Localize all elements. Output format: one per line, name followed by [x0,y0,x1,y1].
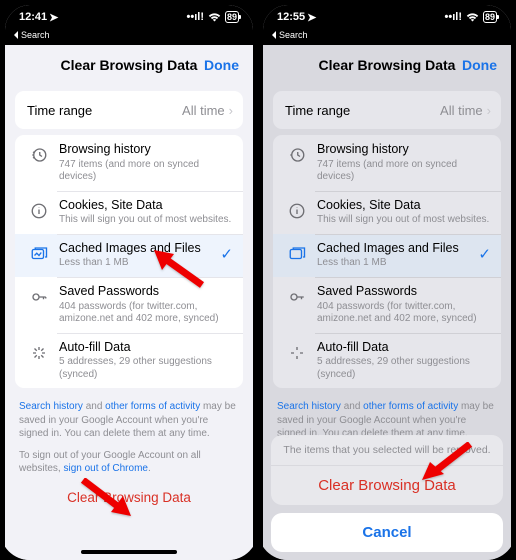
action-message: The items that you selected will be remo… [271,435,503,466]
row-saved-passwords[interactable]: Saved Passwords404 passwords (for twitte… [273,277,501,333]
time-range-row[interactable]: Time range All time› [273,91,501,129]
battery-icon: 89 [225,11,239,23]
row-autofill[interactable]: Auto-fill Data5 addresses, 29 other sugg… [273,333,501,389]
page-title: Clear Browsing Data [319,57,456,73]
row-cached-images[interactable]: Cached Images and FilesLess than 1 MB ✓ [15,234,243,277]
sign-out-link[interactable]: sign out of Chrome [63,463,148,474]
wifi-icon [208,12,221,22]
other-activity-link[interactable]: other forms of activity [105,401,200,412]
row-saved-passwords[interactable]: Saved Passwords404 passwords (for twitte… [15,277,243,333]
checkmark-icon: ✓ [478,245,491,263]
location-icon: ➤ [307,11,316,24]
row-cookies[interactable]: Cookies, Site DataThis will sign you out… [273,191,501,234]
sheet-header: Clear Browsing Data Done [5,45,253,85]
search-history-note: Search history and other forms of activi… [5,394,253,443]
info-icon [285,199,309,223]
row-browsing-history[interactable]: Browsing history747 items (and more on s… [15,135,243,191]
signal-icon: ••ıl! [445,11,462,23]
back-to-search[interactable]: Search [263,27,511,45]
signal-icon: ••ıl! [187,11,204,23]
search-history-link[interactable]: Search history [19,401,83,412]
checkmark-icon: ✓ [220,245,233,263]
key-icon [285,285,309,309]
row-cached-images[interactable]: Cached Images and FilesLess than 1 MB ✓ [273,234,501,277]
action-sheet: The items that you selected will be remo… [271,435,503,552]
data-types-list: Browsing history747 items (and more on s… [273,135,501,388]
chevron-right-icon: › [487,103,491,118]
wifi-icon [466,12,479,22]
page-title: Clear Browsing Data [61,57,198,73]
time-range-value: All time [182,103,225,118]
data-types-list: Browsing history747 items (and more on s… [15,135,243,388]
screenshot-left: 12:41➤ ••ıl! 89 Search Clear Browsing Da… [0,0,258,560]
chevron-right-icon: › [229,103,233,118]
autofill-icon [285,341,309,365]
battery-icon: 89 [483,11,497,23]
done-button[interactable]: Done [462,57,497,73]
confirm-clear-button[interactable]: Clear Browsing Data [271,466,503,505]
key-icon [27,285,51,309]
autofill-icon [27,341,51,365]
image-icon [27,242,51,266]
time-range-row[interactable]: Time range All time › [15,91,243,129]
status-bar: 12:55➤ ••ıl! 89 [263,5,511,27]
done-button[interactable]: Done [204,57,239,73]
home-indicator [81,550,177,554]
cancel-button[interactable]: Cancel [271,513,503,552]
row-cookies[interactable]: Cookies, Site DataThis will sign you out… [15,191,243,234]
clear-browsing-data-button[interactable]: Clear Browsing Data [5,478,253,511]
row-autofill[interactable]: Auto-fill Data5 addresses, 29 other sugg… [15,333,243,389]
sign-out-note: To sign out of your Google Account on al… [5,443,253,478]
status-bar: 12:41➤ ••ıl! 89 [5,5,253,27]
time-range-label: Time range [27,103,92,118]
row-browsing-history[interactable]: Browsing history747 items (and more on s… [273,135,501,191]
screenshot-right: 12:55➤ ••ıl! 89 Search Clear Browsing Da… [258,0,516,560]
history-icon [27,143,51,167]
image-icon [285,242,309,266]
location-icon: ➤ [49,11,58,24]
info-icon [27,199,51,223]
back-to-search[interactable]: Search [5,27,253,45]
sheet-header: Clear Browsing Data Done [263,45,511,85]
history-icon [285,143,309,167]
